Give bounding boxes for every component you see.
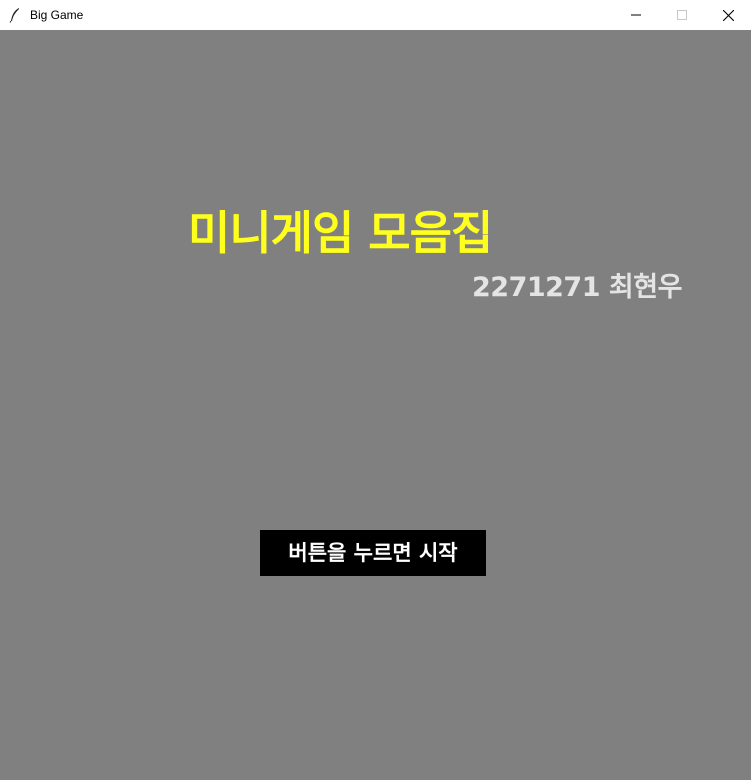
start-button[interactable]: 버튼을 누르면 시작 <box>260 530 486 576</box>
game-title: 미니게임 모음집 <box>188 206 493 260</box>
minimize-button[interactable] <box>613 0 659 30</box>
window-title: Big Game <box>30 8 84 22</box>
title-bar[interactable]: Big Game <box>0 0 751 30</box>
maximize-button[interactable] <box>659 0 705 30</box>
app-window: Big Game 미니게임 모음집 2271271 최현우 버튼을 누르면 시작 <box>0 0 751 780</box>
game-canvas: 미니게임 모음집 2271271 최현우 버튼을 누르면 시작 <box>0 30 751 780</box>
close-button[interactable] <box>705 0 751 30</box>
author-label: 2271271 최현우 <box>472 272 682 303</box>
minimize-icon <box>631 14 641 16</box>
close-icon <box>722 9 734 21</box>
maximize-icon <box>677 10 687 20</box>
feather-icon <box>9 8 19 23</box>
